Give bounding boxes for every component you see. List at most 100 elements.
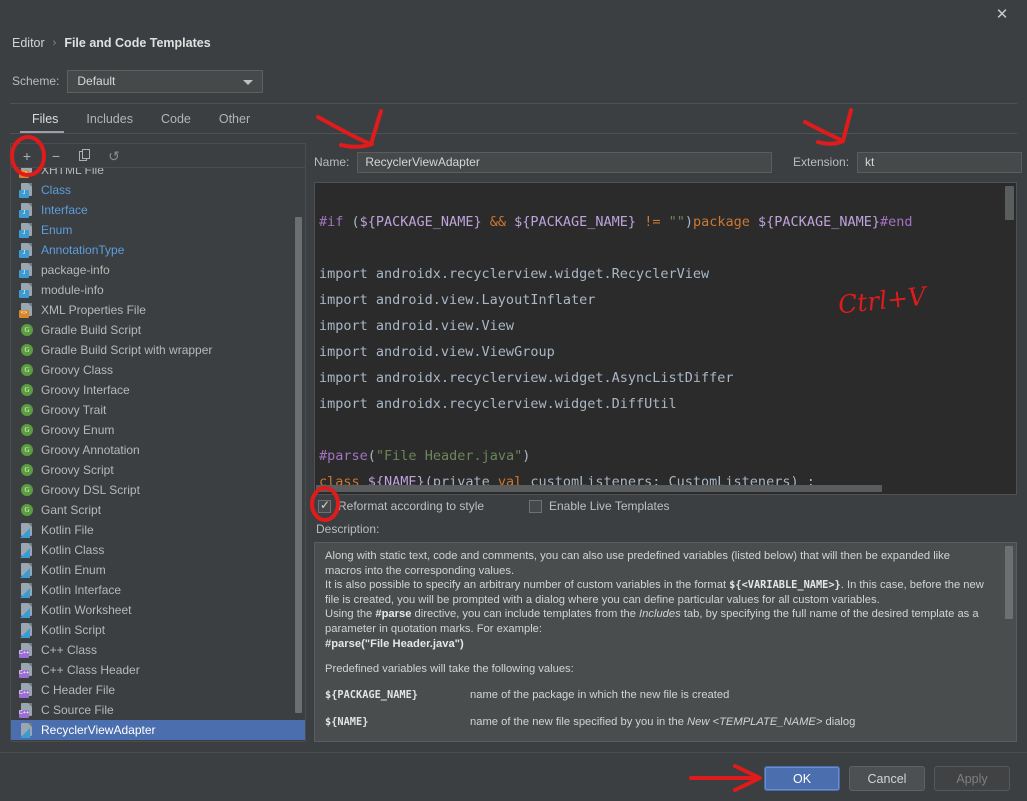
template-list-item[interactable]: C++ C Header File — [11, 680, 305, 700]
template-list-item[interactable]: G Gradle Build Script — [11, 320, 305, 340]
description-paragraph-4: Predefined variables will take the follo… — [325, 663, 574, 676]
reset-template-icon[interactable]: ↺ — [106, 148, 122, 164]
groovy-icon: G — [19, 462, 35, 478]
remove-template-button[interactable]: − — [48, 148, 64, 164]
groovy-icon: G — [19, 482, 35, 498]
template-list-item-label: C Source File — [41, 703, 114, 717]
template-list-item[interactable]: J Interface — [11, 200, 305, 220]
template-list-item[interactable]: <> XML Properties File — [11, 300, 305, 320]
template-list-item[interactable]: C++ C Source File — [11, 700, 305, 720]
template-list-item[interactable]: C++ C++ Class Header — [11, 660, 305, 680]
template-list-item[interactable]: G Groovy Class — [11, 360, 305, 380]
reformat-checkbox[interactable] — [318, 498, 331, 513]
template-list-item[interactable]: Kotlin File — [11, 520, 305, 540]
template-list-item-label: RecyclerViewAdapter — [41, 723, 156, 737]
template-list-item[interactable]: C++ C++ Class — [11, 640, 305, 660]
template-list-item[interactable]: Kotlin Worksheet — [11, 600, 305, 620]
desc-p2-a: It is also possible to specify an arbitr… — [325, 579, 730, 592]
settings-dialog: ✕ Editor › File and Code Templates Schem… — [0, 0, 1027, 801]
extension-input[interactable]: kt — [857, 151, 1023, 173]
template-list-item[interactable]: J Class — [11, 180, 305, 200]
java-file-icon: J — [19, 282, 35, 298]
kotlin-file-icon — [19, 602, 35, 618]
code-token: import android.view.ViewGroup — [319, 344, 555, 360]
template-list-item[interactable]: Jmodule-info — [11, 280, 305, 300]
scrollbar-thumb[interactable] — [295, 217, 302, 713]
template-list[interactable]: <> XHTML File J Class J Interface J Enum J Annota… — [10, 167, 306, 742]
editor-vertical-scrollbar[interactable] — [1004, 183, 1016, 494]
live-templates-checkbox[interactable] — [529, 499, 542, 513]
template-list-item[interactable]: G Gradle Build Script with wrapper — [11, 340, 305, 360]
template-list-item-label: C Header File — [41, 683, 116, 697]
chevron-down-icon — [243, 79, 254, 85]
template-list-item[interactable]: Kotlin Script — [11, 620, 305, 640]
template-list-item[interactable]: G Groovy Annotation — [11, 440, 305, 460]
template-list-scrollbar[interactable] — [295, 169, 304, 741]
java-file-icon: J — [19, 202, 35, 218]
template-list-item[interactable]: G Groovy Trait — [11, 400, 305, 420]
template-list-item[interactable]: G Groovy Interface — [11, 380, 305, 400]
close-icon[interactable]: ✕ — [987, 3, 1017, 25]
template-code-editor[interactable]: #if (${PACKAGE_NAME} && ${PACKAGE_NAME} … — [314, 182, 1017, 495]
code-line: import androidx.recyclerview.widget.Diff… — [319, 391, 1009, 417]
code-token: ) — [684, 214, 693, 230]
scrollbar-thumb[interactable] — [1005, 186, 1014, 220]
tab-code[interactable]: Code — [147, 110, 205, 130]
scheme-select[interactable]: Default — [67, 69, 264, 93]
template-list-item[interactable]: RecyclerViewAdapter — [11, 720, 305, 740]
xml-file-icon: <> — [19, 302, 35, 318]
template-list-item[interactable]: Jpackage-info — [11, 260, 305, 280]
breadcrumb-parent[interactable]: Editor — [12, 36, 45, 50]
kotlin-file-icon — [19, 562, 35, 578]
java-file-icon: J — [19, 242, 35, 258]
code-token: import android.view.LayoutInflater — [319, 292, 596, 308]
groovy-icon: G — [19, 402, 35, 418]
template-list-item[interactable]: G Groovy DSL Script — [11, 480, 305, 500]
editor-horizontal-scrollbar[interactable] — [316, 485, 1004, 493]
java-file-icon: J — [19, 262, 35, 278]
scheme-selected-value: Default — [77, 74, 116, 88]
template-list-item-label: C++ Class — [41, 643, 98, 657]
extension-label: Extension: — [793, 155, 850, 169]
divider — [10, 133, 1017, 134]
code-line: import android.view.View — [319, 313, 1009, 339]
cancel-button[interactable]: Cancel — [849, 766, 925, 791]
kotlin-file-icon — [19, 582, 35, 598]
tab-other[interactable]: Other — [205, 110, 264, 130]
description-paragraph-1: Along with static text, code and comment… — [325, 550, 950, 577]
ok-button[interactable]: OK — [764, 766, 840, 791]
variable-row: ${NAME} name of the new file specified by… — [325, 715, 987, 730]
tab-includes[interactable]: Includes — [72, 110, 147, 130]
description-scrollbar-thumb[interactable] — [1005, 546, 1013, 619]
template-list-item[interactable]: G Groovy Enum — [11, 420, 305, 440]
template-list-item-label: Gradle Build Script with wrapper — [41, 343, 213, 357]
apply-button[interactable]: Apply — [934, 766, 1010, 791]
template-list-item[interactable]: Kotlin Interface — [11, 580, 305, 600]
reformat-option[interactable]: Reformat according to style — [318, 497, 484, 515]
cpp-file-icon: C++ — [19, 682, 35, 698]
xml-file-icon: <> — [19, 168, 35, 178]
groovy-icon: G — [19, 422, 35, 438]
code-token: #parse — [319, 448, 368, 464]
copy-template-icon[interactable] — [77, 148, 93, 164]
template-code-text[interactable]: #if (${PACKAGE_NAME} && ${PACKAGE_NAME} … — [319, 209, 1009, 494]
template-list-item-label: Gant Script — [41, 503, 102, 517]
template-list-item[interactable]: G Gant Script — [11, 500, 305, 520]
tab-files[interactable]: Files — [18, 110, 72, 130]
add-template-button[interactable]: + — [19, 148, 35, 164]
kotlin-file-icon — [19, 522, 35, 538]
code-line: #parse("File Header.java") — [319, 443, 1009, 469]
template-list-item[interactable]: J Enum — [11, 220, 305, 240]
variable-key: ${NAME} — [325, 716, 369, 729]
template-list-item-label: Groovy Enum — [41, 423, 115, 437]
template-list-item[interactable]: Kotlin Enum — [11, 560, 305, 580]
scrollbar-thumb[interactable] — [316, 485, 882, 492]
template-list-item[interactable]: J AnnotationType — [11, 240, 305, 260]
template-list-item[interactable]: <> XHTML File — [11, 168, 305, 180]
template-list-item[interactable]: Kotlin Class — [11, 540, 305, 560]
code-token: import androidx.recyclerview.widget.Diff… — [319, 396, 677, 412]
live-templates-option[interactable]: Enable Live Templates — [529, 497, 670, 515]
template-list-item[interactable]: G Groovy Script — [11, 460, 305, 480]
name-input[interactable]: RecyclerViewAdapter — [357, 151, 773, 173]
